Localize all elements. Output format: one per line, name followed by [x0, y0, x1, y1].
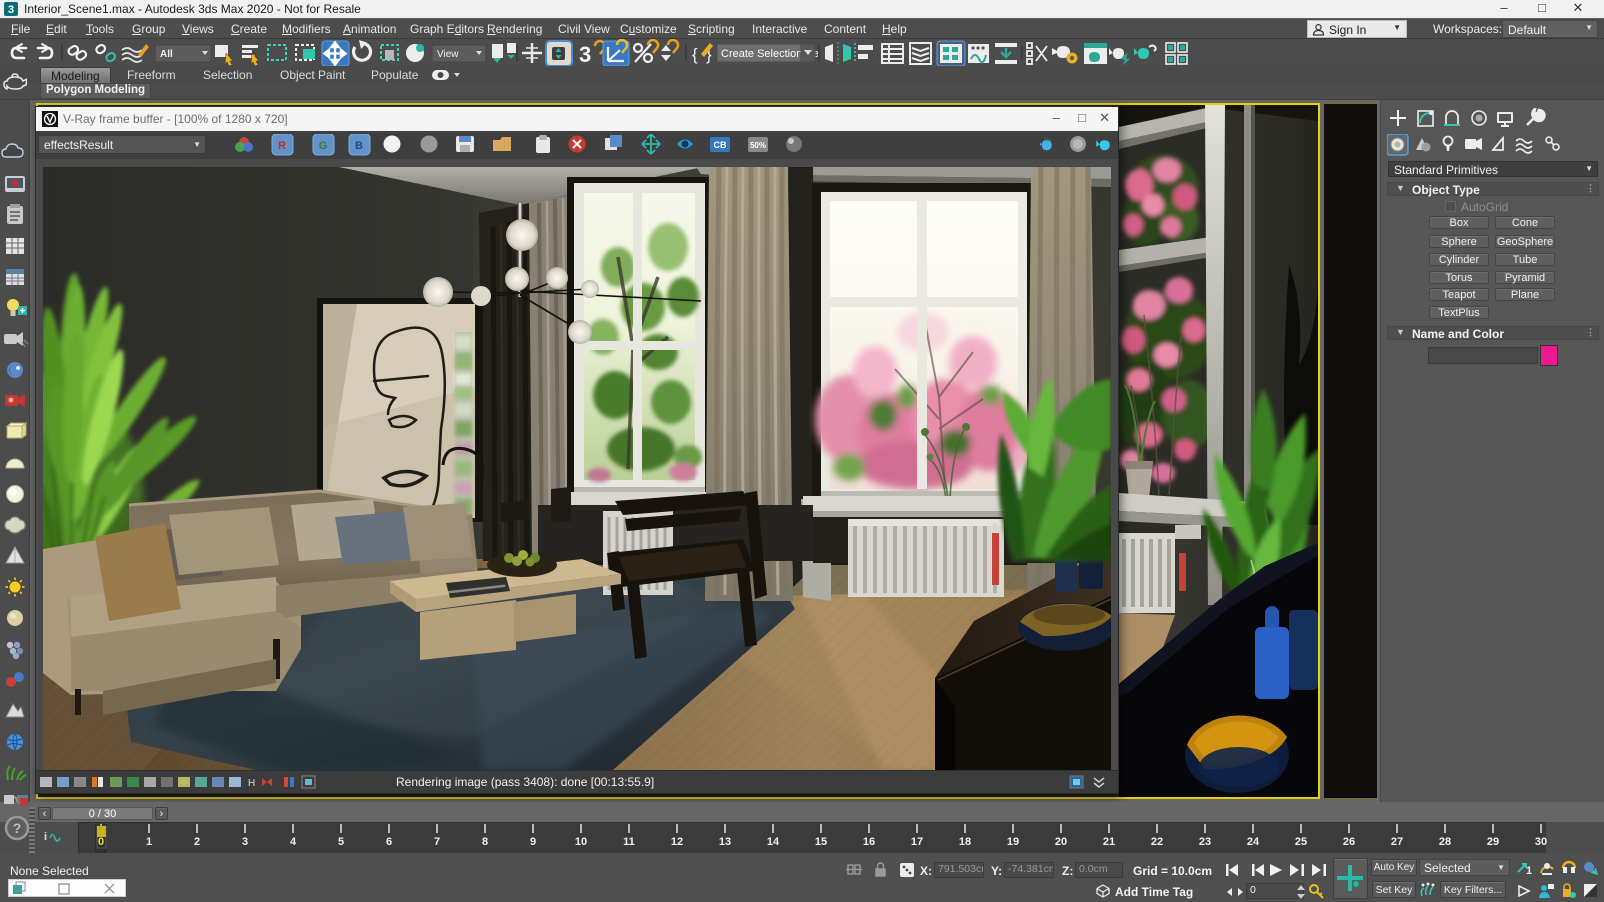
svg-text:11: 11: [623, 836, 635, 848]
svg-text:10: 10: [575, 836, 587, 848]
svg-text:30: 30: [1535, 836, 1547, 848]
svg-text:3: 3: [242, 836, 248, 848]
svg-text:3: 3: [8, 4, 14, 16]
svg-text:18: 18: [959, 836, 971, 848]
svg-text:13: 13: [719, 836, 731, 848]
svg-text:9: 9: [530, 836, 536, 848]
svg-text:4: 4: [290, 836, 297, 848]
svg-text:H: H: [248, 778, 255, 789]
svg-text:i: i: [44, 831, 47, 843]
svg-text:View: View: [437, 49, 459, 60]
svg-text:5: 5: [338, 836, 344, 848]
svg-text:All: All: [160, 49, 173, 60]
svg-text:0: 0: [98, 836, 104, 848]
svg-text:14: 14: [767, 836, 780, 848]
svg-text:26: 26: [1343, 836, 1355, 848]
svg-text:22: 22: [1151, 836, 1163, 848]
svg-text:24: 24: [1247, 836, 1260, 848]
svg-text:28: 28: [1439, 836, 1451, 848]
svg-text:25: 25: [1295, 836, 1307, 848]
svg-text:R: R: [278, 140, 286, 152]
svg-text:17: 17: [911, 836, 923, 848]
svg-text:21: 21: [1103, 836, 1115, 848]
svg-text:CB: CB: [714, 140, 727, 150]
svg-text:G: G: [319, 140, 328, 152]
svg-text:15: 15: [815, 836, 827, 848]
svg-text:3: 3: [579, 42, 591, 67]
svg-text:?: ?: [13, 820, 22, 836]
svg-text:23: 23: [1199, 836, 1211, 848]
svg-text:12: 12: [671, 836, 683, 848]
svg-text:8: 8: [482, 836, 488, 848]
svg-text:20: 20: [1055, 836, 1067, 848]
svg-text:6: 6: [386, 836, 392, 848]
svg-text:2: 2: [194, 836, 200, 848]
svg-text:27: 27: [1391, 836, 1403, 848]
svg-text:1: 1: [146, 836, 152, 848]
svg-text:B: B: [355, 140, 363, 152]
svg-text:16: 16: [863, 836, 875, 848]
svg-text:29: 29: [1487, 836, 1499, 848]
svg-text:7: 7: [434, 836, 440, 848]
svg-text:1: 1: [1526, 865, 1532, 877]
svg-text:{: {: [692, 45, 698, 64]
svg-text:50%: 50%: [750, 141, 766, 150]
svg-text:19: 19: [1007, 836, 1019, 848]
